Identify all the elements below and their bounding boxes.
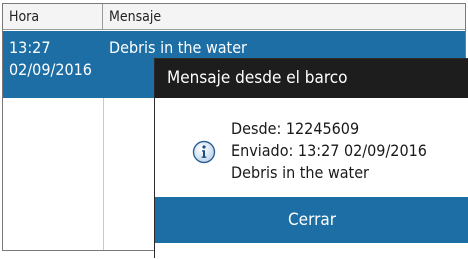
dialog-title: Mensaje desde el barco [155,59,468,98]
close-button[interactable]: Cerrar [155,197,468,243]
dialog-sent: Enviado: 13:27 02/09/2016 [231,141,427,160]
dialog-message-details: Desde: 12245609 Enviado: 13:27 02/09/201… [231,118,427,184]
message-dialog: Mensaje desde el barco Desde: 12245609 E… [154,58,468,259]
dialog-footer [155,243,468,259]
row-time-cell: 13:27 02/09/2016 [9,37,92,81]
column-header-message[interactable]: Mensaje [103,4,465,30]
row-date: 02/09/2016 [9,60,92,79]
row-message: Debris in the water [109,38,247,57]
dialog-body: Debris in the water [231,163,369,182]
dialog-from: Desde: 12245609 [231,119,360,138]
column-header-time[interactable]: Hora [3,4,103,30]
info-icon [192,140,216,164]
row-time: 13:27 [9,38,51,57]
column-divider [103,98,104,250]
